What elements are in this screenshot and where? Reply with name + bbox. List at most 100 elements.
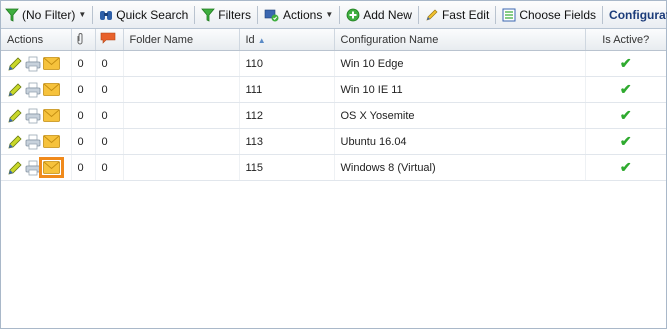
quick-search-button[interactable]: Quick Search (95, 4, 192, 26)
row-folder-name (123, 154, 240, 181)
toolbar-divider (339, 5, 341, 24)
add-new-button[interactable]: Add New (342, 4, 416, 26)
edit-pencil-icon[interactable] (7, 134, 23, 150)
row-comment-count: 0 (95, 154, 124, 181)
column-header-is-active[interactable]: Is Active? (585, 29, 666, 51)
row-id: 112 (239, 102, 335, 129)
comment-icon (100, 32, 115, 44)
fast-edit-button[interactable]: Fast Edit (421, 4, 493, 26)
filter-dropdown-label: (No Filter) (22, 7, 76, 22)
fast-edit-label: Fast Edit (441, 7, 490, 22)
check-icon: ✔ (619, 81, 632, 97)
funnel-icon (201, 8, 216, 22)
actions-dropdown[interactable]: Actions ▼ (260, 4, 337, 26)
column-header-id[interactable]: Id ▲ (239, 29, 335, 51)
row-comment-count: 0 (95, 76, 124, 103)
table-row[interactable]: 0 0 113 Ubuntu 16.04 ✔ (1, 128, 666, 155)
email-envelope-icon[interactable] (43, 57, 60, 70)
table-row[interactable]: 0 0 112 OS X Yosemite ✔ (1, 102, 666, 129)
row-actions-cell (1, 154, 72, 181)
table-row[interactable]: 0 0 111 Win 10 IE 11 ✔ (1, 76, 666, 103)
configurations-panel: (No Filter) ▼ Quick Search Filters Actio… (0, 0, 667, 329)
filters-button[interactable]: Filters (197, 4, 255, 26)
check-icon: ✔ (619, 55, 632, 71)
email-envelope-icon[interactable] (43, 109, 60, 122)
table-header-row: Actions Folder Name Id ▲ Configuration Na… (1, 29, 666, 51)
add-new-label: Add New (363, 7, 412, 22)
edit-pencil-icon[interactable] (7, 82, 23, 98)
row-is-active: ✔ (585, 50, 666, 77)
actions-icon (264, 9, 279, 21)
columns-icon (502, 8, 516, 21)
row-configuration-name[interactable]: Windows 8 (Virtual) (334, 154, 586, 181)
row-attachment-count: 0 (71, 50, 96, 77)
row-actions-cell (1, 128, 72, 155)
row-configuration-name[interactable]: Win 10 Edge (334, 50, 586, 77)
column-header-actions: Actions (1, 29, 72, 51)
row-folder-name (123, 50, 240, 77)
toolbar-divider (602, 5, 604, 24)
check-icon: ✔ (619, 107, 632, 123)
email-envelope-icon[interactable] (39, 157, 64, 178)
row-attachment-count: 0 (71, 154, 96, 181)
printer-icon[interactable] (25, 56, 41, 72)
toolbar-divider (194, 5, 196, 24)
plus-circle-icon (346, 8, 360, 21)
filters-label: Filters (218, 7, 251, 22)
row-attachment-count: 0 (71, 128, 96, 155)
table-row[interactable]: 0 0 110 Win 10 Edge ✔ (1, 50, 666, 77)
funnel-icon (5, 8, 19, 22)
column-header-folder-name[interactable]: Folder Name (123, 29, 240, 51)
row-id: 115 (239, 154, 335, 181)
row-is-active: ✔ (585, 102, 666, 129)
edit-pencil-icon[interactable] (7, 108, 23, 124)
row-folder-name (123, 102, 240, 129)
row-attachment-count: 0 (71, 102, 96, 129)
table-row[interactable]: 0 0 115 Windows 8 (Virtual) ✔ (1, 154, 666, 181)
toolbar-divider (495, 5, 497, 24)
printer-icon[interactable] (25, 160, 41, 176)
row-configuration-name[interactable]: OS X Yosemite (334, 102, 586, 129)
row-folder-name (123, 76, 240, 103)
configurations-table: Actions Folder Name Id ▲ Configuration Na… (1, 29, 666, 181)
pencil-icon (426, 9, 438, 21)
column-header-id-label: Id (245, 33, 255, 46)
toolbar-divider (92, 5, 94, 24)
row-configuration-name[interactable]: Win 10 IE 11 (334, 76, 586, 103)
column-header-comments[interactable] (95, 29, 124, 51)
email-envelope-icon[interactable] (43, 83, 60, 96)
edit-pencil-icon[interactable] (7, 56, 23, 72)
row-comment-count: 0 (95, 102, 124, 129)
printer-icon[interactable] (25, 108, 41, 124)
printer-icon[interactable] (25, 82, 41, 98)
row-actions-cell (1, 102, 72, 129)
actions-label: Actions (282, 7, 323, 22)
toolbar-divider (417, 5, 419, 24)
choose-fields-label: Choose Fields (519, 7, 597, 22)
row-comment-count: 0 (95, 50, 124, 77)
row-is-active: ✔ (585, 154, 666, 181)
row-configuration-name[interactable]: Ubuntu 16.04 (334, 128, 586, 155)
row-actions-cell (1, 76, 72, 103)
column-header-configuration-name[interactable]: Configuration Name (334, 29, 586, 51)
page-title: Configurations (609, 7, 667, 22)
email-envelope-icon[interactable] (43, 135, 60, 148)
chevron-down-icon: ▼ (325, 10, 334, 19)
filter-dropdown[interactable]: (No Filter) ▼ (1, 4, 90, 26)
quick-search-label: Quick Search (116, 7, 189, 22)
choose-fields-button[interactable]: Choose Fields (498, 4, 600, 26)
check-icon: ✔ (619, 133, 632, 149)
chevron-down-icon: ▼ (78, 10, 87, 19)
row-folder-name (123, 128, 240, 155)
column-header-attachments[interactable] (71, 29, 96, 51)
row-is-active: ✔ (585, 128, 666, 155)
row-id: 110 (239, 50, 335, 77)
row-actions-cell (1, 50, 72, 77)
row-attachment-count: 0 (71, 76, 96, 103)
printer-icon[interactable] (25, 134, 41, 150)
row-id: 113 (239, 128, 335, 155)
toolbar-divider (256, 5, 258, 24)
row-comment-count: 0 (95, 128, 124, 155)
edit-pencil-icon[interactable] (7, 160, 23, 176)
paperclip-icon (77, 32, 82, 44)
